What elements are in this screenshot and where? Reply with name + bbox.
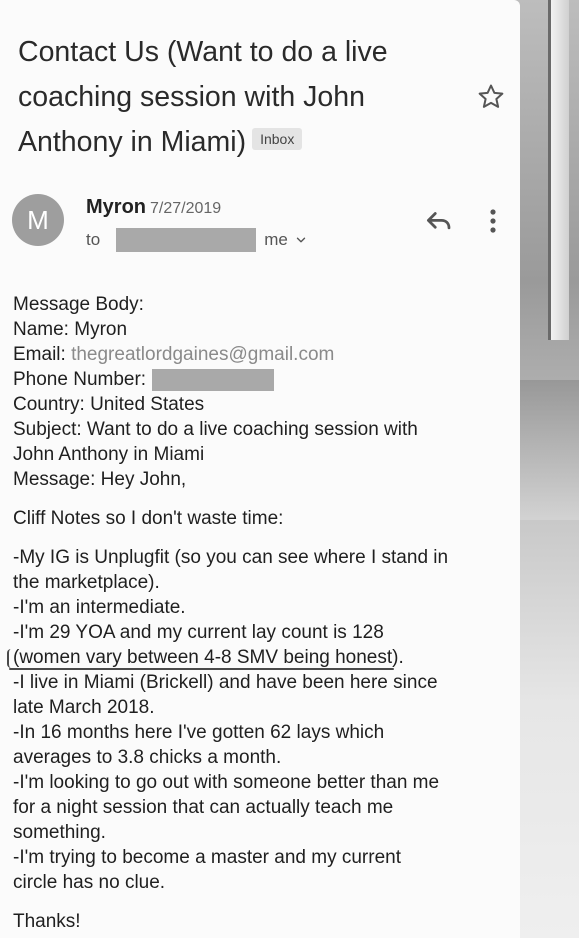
email-link[interactable]: thegreatlordgaines@gmail.com xyxy=(71,344,334,365)
star-icon[interactable] xyxy=(476,82,506,112)
subject-line: Anthony in Miami) Inbox xyxy=(18,120,468,165)
body-line: for a night session that can actually te… xyxy=(13,797,394,818)
body-line: something. xyxy=(13,822,106,843)
to-prefix: to xyxy=(86,230,101,249)
highlight-tail: ). xyxy=(392,647,404,668)
background-frame xyxy=(548,0,569,340)
body-line: circle has no clue. xyxy=(13,872,166,893)
reply-icon[interactable] xyxy=(424,206,454,236)
body-line: John Anthony in Miami xyxy=(13,444,205,465)
body-line: Message: Hey John, xyxy=(13,469,187,490)
subject-line-text: Anthony in Miami) xyxy=(18,126,247,158)
more-vert-icon[interactable] xyxy=(483,206,503,236)
email-date: 7/27/2019 xyxy=(150,200,222,217)
body-line: -I live in Miami (Brickell) and have bee… xyxy=(13,672,438,693)
body-line: -My IG is Unplugfit (so you can see wher… xyxy=(13,547,449,568)
chevron-down-icon[interactable] xyxy=(294,233,308,247)
redacted-recipient xyxy=(116,228,257,252)
email-subject: Contact Us (Want to do a live coaching s… xyxy=(18,30,468,165)
body-line: averages to 3.8 chicks a month. xyxy=(13,747,282,768)
body-line: Country: United States xyxy=(13,394,205,415)
body-line: the marketplace). xyxy=(13,572,160,593)
email-label: Email: xyxy=(13,344,72,365)
body-line: -I'm 29 YOA and my current lay count is … xyxy=(13,622,384,643)
email-view: Contact Us (Want to do a live coaching s… xyxy=(0,0,520,938)
highlighted-line: (women vary between 4-8 SMV being honest… xyxy=(13,645,513,670)
highlight-underline: (women vary between 4-8 SMV being honest xyxy=(13,647,393,668)
phone-line: Phone Number: xyxy=(13,367,513,392)
inbox-label[interactable]: Inbox xyxy=(252,128,303,151)
body-line: -I'm an intermediate. xyxy=(13,597,186,618)
body-line: Subject: Want to do a live coaching sess… xyxy=(13,419,418,440)
message-body: Message Body: Name: Myron Email: thegrea… xyxy=(13,292,513,934)
avatar[interactable]: M xyxy=(12,194,64,246)
email-line: Email: thegreatlordgaines@gmail.com xyxy=(13,342,513,367)
to-suffix: me xyxy=(264,230,288,249)
closing-line: Thanks! xyxy=(13,911,81,932)
sender-name[interactable]: Myron xyxy=(86,196,146,218)
body-line: late March 2018. xyxy=(13,697,155,718)
sender-line: Myron 7/27/2019 xyxy=(86,196,221,219)
recipient-line[interactable]: to me xyxy=(86,228,308,252)
subject-line: Contact Us (Want to do a live xyxy=(18,36,388,68)
body-line: -I'm trying to become a master and my cu… xyxy=(13,847,401,868)
redacted-phone xyxy=(152,368,275,391)
subject-line: coaching session with John xyxy=(18,81,365,113)
body-line: Name: Myron xyxy=(13,319,128,340)
body-line: Message Body: xyxy=(13,294,144,315)
body-line: Cliff Notes so I don't waste time: xyxy=(13,508,284,529)
phone-label: Phone Number: xyxy=(13,369,147,390)
body-line: -I'm looking to go out with someone bett… xyxy=(13,772,440,793)
body-line: -In 16 months here I've gotten 62 lays w… xyxy=(13,722,385,743)
